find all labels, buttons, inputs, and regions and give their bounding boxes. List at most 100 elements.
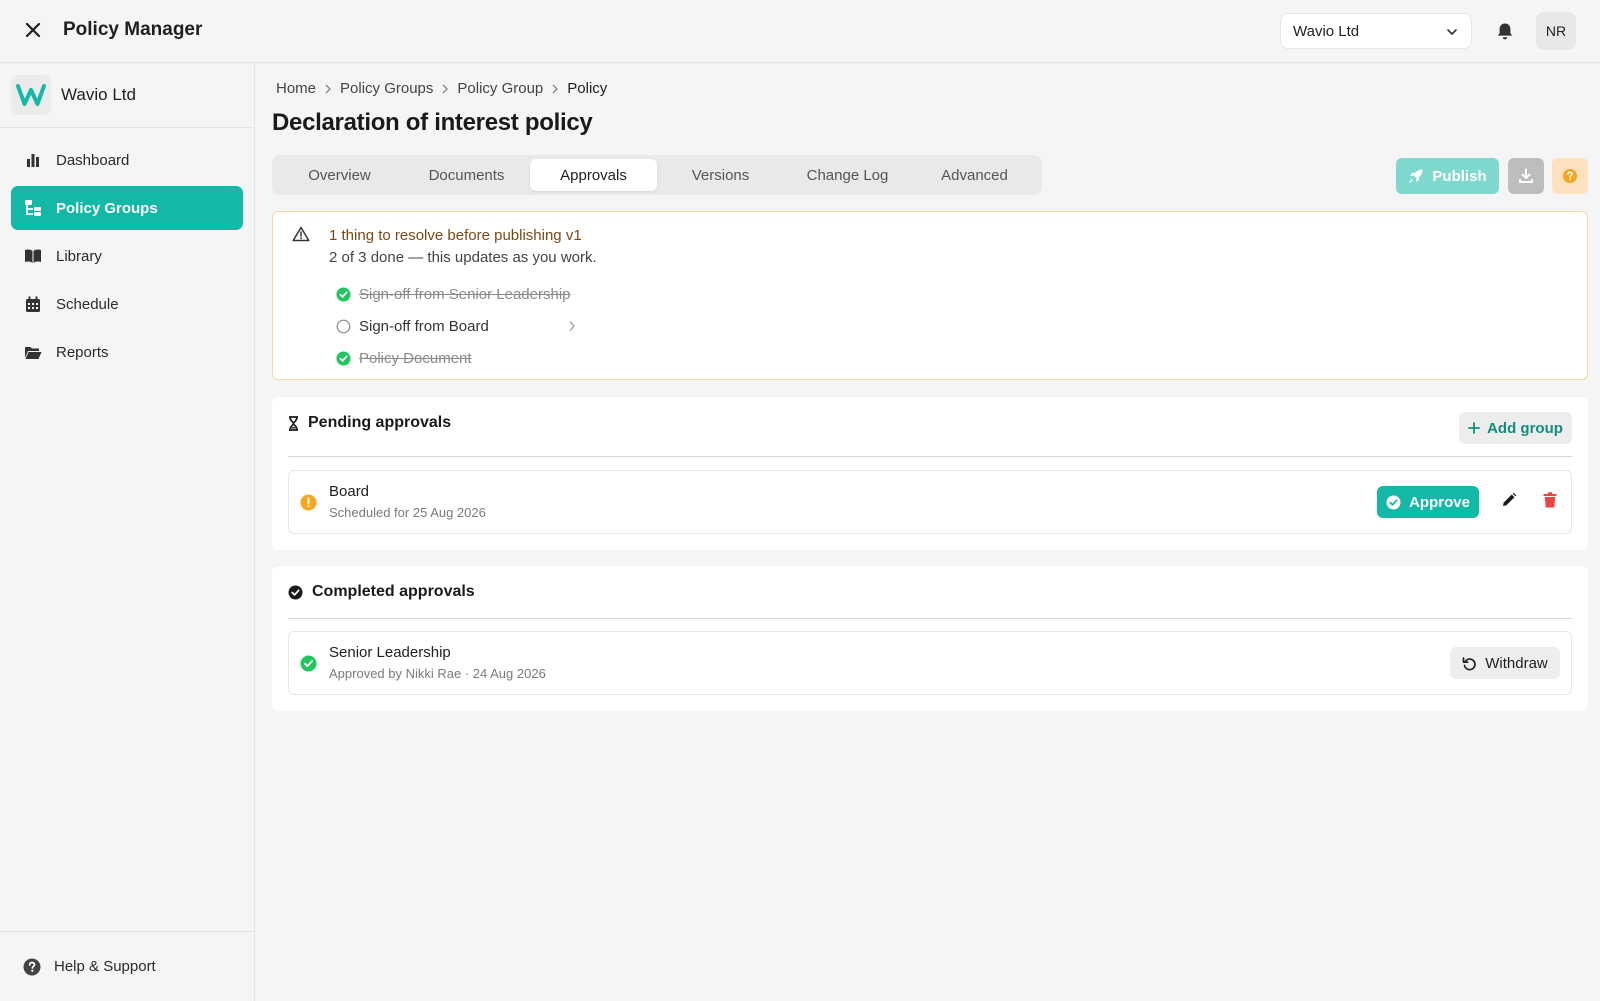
completed-approvals-title: Completed approvals <box>312 583 475 600</box>
check-circle-icon <box>336 351 351 366</box>
download-button[interactable] <box>1508 158 1544 194</box>
tab-overview[interactable]: Overview <box>276 159 403 191</box>
check-circle-icon <box>288 585 303 600</box>
plus-icon <box>1468 422 1480 434</box>
warning-circle-icon <box>300 494 317 511</box>
sidebar: Wavio Ltd Dashboard Policy Groups Librar… <box>0 63 255 1001</box>
tab-approvals[interactable]: Approvals <box>530 159 657 191</box>
pending-approvals-heading: Pending approvals <box>288 414 451 432</box>
calendar-icon <box>23 294 43 314</box>
sidebar-item-policy-groups[interactable]: Policy Groups <box>11 186 243 230</box>
sidebar-item-dashboard[interactable]: Dashboard <box>11 138 243 182</box>
sidebar-item-label: Dashboard <box>56 151 130 169</box>
folder-open-icon <box>23 342 43 362</box>
checklist-item-label: Sign-off from Senior Leadership <box>359 285 571 303</box>
undo-icon <box>1462 656 1476 670</box>
folder-tree-icon <box>23 198 43 218</box>
brand-name: Wavio Ltd <box>61 85 136 104</box>
add-group-label: Add group <box>1487 419 1563 437</box>
hourglass-icon <box>288 415 299 431</box>
top-bar: Policy Manager Wavio Ltd NR <box>0 0 1600 63</box>
add-group-button[interactable]: Add group <box>1459 412 1572 444</box>
checklist-item-label: Sign-off from Board <box>359 317 489 335</box>
approval-group-name: Senior Leadership <box>329 644 451 661</box>
withdraw-button[interactable]: Withdraw <box>1450 647 1560 679</box>
book-icon <box>23 246 43 266</box>
delete-button[interactable] <box>1543 492 1557 508</box>
help-support-link[interactable]: Help & Support <box>0 931 254 1001</box>
pencil-icon <box>1503 492 1517 506</box>
pending-approvals-title: Pending approvals <box>308 414 452 431</box>
sidebar-item-schedule[interactable]: Schedule <box>11 282 243 326</box>
tab-documents[interactable]: Documents <box>403 159 530 191</box>
trash-icon <box>1543 492 1557 508</box>
checklist-item: Sign-off from Senior Leadership <box>336 278 576 310</box>
page-help-button[interactable] <box>1552 158 1588 194</box>
sidebar-nav: Dashboard Policy Groups Library Schedule… <box>11 138 243 378</box>
brand: Wavio Ltd <box>0 63 254 128</box>
brand-logo <box>11 75 51 115</box>
tab-versions[interactable]: Versions <box>657 159 784 191</box>
avatar[interactable]: NR <box>1536 12 1576 50</box>
approval-schedule: Scheduled for 25 Aug 2026 <box>329 505 486 520</box>
breadcrumb: Home Policy Groups Policy Group Policy <box>276 80 607 97</box>
checklist-item[interactable]: Sign-off from Board <box>336 310 576 342</box>
check-circle-icon <box>300 655 317 672</box>
sidebar-item-label: Library <box>56 247 102 265</box>
tab-change-log[interactable]: Change Log <box>784 159 911 191</box>
resolve-warning-card: 1 thing to resolve before publishing v1 … <box>272 211 1588 380</box>
approval-group-name: Board <box>329 483 370 500</box>
edit-button[interactable] <box>1501 492 1517 508</box>
sidebar-item-label: Schedule <box>56 295 119 313</box>
checklist-item-label: Policy Document <box>359 349 472 367</box>
organization-select-value: Wavio Ltd <box>1293 22 1360 40</box>
warning-triangle-icon <box>292 226 310 247</box>
approval-details: Approved by Nikki Rae · 24 Aug 2026 <box>329 666 546 681</box>
publish-button[interactable]: Publish <box>1396 158 1499 194</box>
divider <box>288 618 1572 619</box>
question-circle-icon <box>23 958 41 976</box>
check-circle-icon <box>1386 495 1401 509</box>
divider <box>288 456 1572 457</box>
close-button[interactable] <box>20 17 46 43</box>
withdraw-label: Withdraw <box>1485 654 1548 672</box>
app-title: Policy Manager <box>63 19 203 40</box>
breadcrumb-policy-groups[interactable]: Policy Groups <box>340 80 433 97</box>
breadcrumb-policy: Policy <box>567 80 608 97</box>
bar-chart-icon <box>23 150 43 170</box>
sidebar-item-label: Reports <box>56 343 109 361</box>
rocket-icon <box>1409 169 1423 184</box>
organization-select[interactable]: Wavio Ltd <box>1280 13 1472 49</box>
close-icon <box>25 22 41 38</box>
wavio-logo-icon <box>16 84 46 106</box>
empty-circle-icon <box>336 319 351 334</box>
resolve-title: 1 thing to resolve before publishing v1 <box>329 227 582 244</box>
checklist-item: Policy Document <box>336 342 576 374</box>
tab-bar: Overview Documents Approvals Versions Ch… <box>272 155 1042 195</box>
publish-label: Publish <box>1432 167 1487 185</box>
notifications-button[interactable] <box>1492 18 1518 44</box>
check-circle-icon <box>336 287 351 302</box>
chevron-right-icon <box>551 84 559 94</box>
approve-label: Approve <box>1409 493 1470 511</box>
sidebar-item-library[interactable]: Library <box>11 234 243 278</box>
sidebar-item-label: Policy Groups <box>56 199 158 217</box>
completed-approvals-heading: Completed approvals <box>288 583 475 601</box>
resolve-checklist: Sign-off from Senior Leadership Sign-off… <box>336 278 576 374</box>
completed-approval-row: Senior Leadership Approved by Nikki Rae … <box>288 631 1572 695</box>
bell-icon <box>1497 23 1513 39</box>
resolve-subtitle: 2 of 3 done — this updates as you work. <box>329 249 597 266</box>
sidebar-item-reports[interactable]: Reports <box>11 330 243 374</box>
breadcrumb-home[interactable]: Home <box>276 80 316 97</box>
approve-button[interactable]: Approve <box>1377 486 1479 518</box>
pending-approvals-card: Pending approvals Add group Board Schedu… <box>272 397 1588 550</box>
help-support-label: Help & Support <box>54 958 156 975</box>
chevron-right-icon <box>568 320 576 332</box>
chevron-down-icon <box>1447 29 1457 35</box>
breadcrumb-policy-group[interactable]: Policy Group <box>457 80 543 97</box>
chevron-right-icon <box>441 84 449 94</box>
tab-advanced[interactable]: Advanced <box>911 159 1038 191</box>
download-icon <box>1519 168 1533 183</box>
pending-approval-row: Board Scheduled for 25 Aug 2026 Approve <box>288 470 1572 534</box>
chevron-right-icon <box>324 84 332 94</box>
